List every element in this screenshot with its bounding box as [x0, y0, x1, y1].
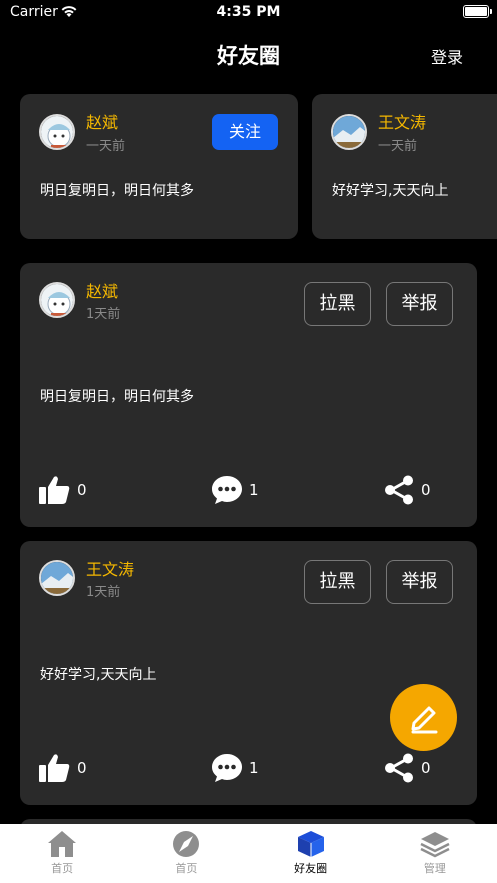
post-time: 1天前 — [86, 585, 121, 600]
status-bar: Carrier 4:35 PM — [0, 0, 497, 26]
post-card[interactable]: 王文涛 1天前 拉黑 举报 好好学习,天天向上 0 1 0 — [20, 541, 477, 805]
share-count: 0 — [421, 481, 431, 499]
avatar[interactable] — [39, 114, 75, 150]
comment-count: 1 — [249, 481, 259, 499]
compass-icon — [173, 831, 200, 857]
avatar-cartoon-image — [41, 284, 73, 316]
pencil-icon — [411, 706, 437, 733]
block-button[interactable]: 拉黑 — [304, 282, 371, 326]
thumbs-up-icon — [39, 754, 70, 782]
share-stat[interactable]: 0 — [383, 475, 431, 505]
share-icon — [385, 475, 413, 505]
avatar[interactable] — [39, 560, 75, 596]
user-name[interactable]: 王文涛 — [86, 556, 134, 580]
tab-bar: 首页 首页 好友圈 管理 — [0, 824, 497, 883]
like-stat[interactable]: 0 — [39, 753, 87, 783]
thumbs-up-icon — [39, 476, 70, 504]
tab-discover[interactable]: 首页 — [124, 824, 248, 883]
post-card[interactable]: 赵斌 1天前 拉黑 举报 明日复明日，明日何其多 0 1 0 — [20, 263, 477, 527]
layers-icon — [420, 832, 450, 858]
post-time: 一天前 — [378, 139, 418, 154]
battery-icon — [463, 5, 492, 18]
share-stat[interactable]: 0 — [383, 753, 431, 783]
avatar[interactable] — [331, 114, 367, 150]
post-content: 明日复明日，明日何其多 — [40, 389, 194, 405]
share-icon — [385, 753, 413, 783]
avatar-landscape-image — [41, 562, 73, 594]
clock: 4:35 PM — [216, 4, 281, 20]
post-content: 明日复明日，明日何其多 — [40, 183, 194, 199]
report-button[interactable]: 举报 — [386, 560, 453, 604]
share-count: 0 — [421, 759, 431, 777]
tab-home[interactable]: 首页 — [0, 824, 124, 883]
post-content: 好好学习,天天向上 — [332, 183, 449, 199]
tab-label: 管理 — [423, 862, 446, 875]
cube-icon — [297, 831, 324, 857]
comment-count: 1 — [249, 759, 259, 777]
user-name[interactable]: 王文涛 — [378, 109, 426, 133]
comment-stat[interactable]: 1 — [211, 475, 259, 505]
tab-manage[interactable]: 管理 — [373, 824, 497, 883]
avatar-landscape-image — [333, 116, 365, 148]
block-button[interactable]: 拉黑 — [304, 560, 371, 604]
post-time: 1天前 — [86, 307, 121, 322]
post-content: 好好学习,天天向上 — [40, 667, 157, 683]
comment-stat[interactable]: 1 — [211, 753, 259, 783]
page-title: 好友圈 — [217, 44, 280, 68]
home-icon — [48, 831, 77, 857]
comment-icon — [212, 754, 242, 782]
like-count: 0 — [77, 759, 87, 777]
like-stat[interactable]: 0 — [39, 475, 87, 505]
user-name[interactable]: 赵斌 — [86, 109, 118, 133]
tab-label: 首页 — [51, 862, 74, 875]
avatar[interactable] — [39, 282, 75, 318]
report-button[interactable]: 举报 — [386, 282, 453, 326]
follow-button[interactable]: 关注 — [212, 114, 278, 150]
login-button[interactable]: 登录 — [431, 44, 463, 68]
user-name[interactable]: 赵斌 — [86, 278, 118, 302]
featured-card[interactable]: 王文涛 一天前 好好学习,天天向上 — [312, 94, 497, 239]
avatar-cartoon-image — [41, 116, 73, 148]
featured-card[interactable]: 赵斌 一天前 关注 明日复明日，明日何其多 — [20, 94, 298, 239]
tab-label: 首页 — [175, 862, 198, 875]
post-time: 一天前 — [86, 139, 126, 154]
compose-button[interactable] — [390, 684, 457, 751]
comment-icon — [212, 476, 242, 504]
tab-friends[interactable]: 好友圈 — [249, 824, 373, 883]
like-count: 0 — [77, 481, 87, 499]
tab-label: 好友圈 — [294, 862, 328, 875]
